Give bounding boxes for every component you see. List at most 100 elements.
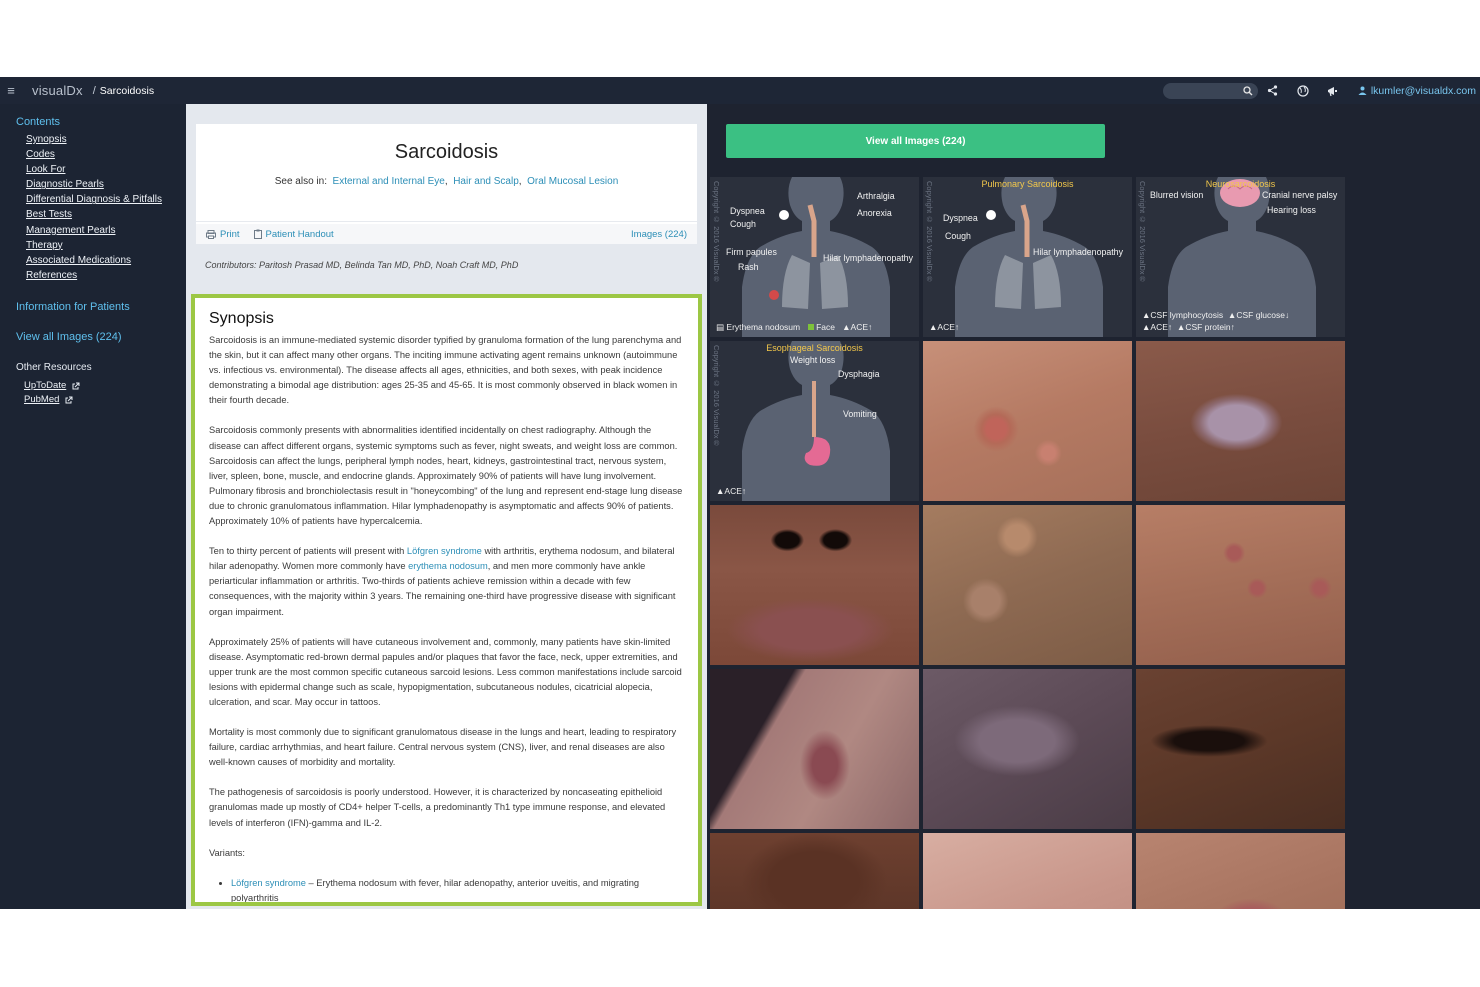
lofgren-syndrome-link[interactable]: Löfgren syndrome [407,546,482,556]
label-anorexia: Anorexia [857,208,892,218]
label-hearing-loss: Hearing loss [1267,205,1316,215]
resource-item-uptodate[interactable]: UpToDate [24,379,186,393]
label-dyspnea: Dyspnea [730,206,765,216]
sidebar-item-synopsis[interactable]: Synopsis [26,132,186,147]
contributors-label: Contributors: [205,260,257,270]
sidebar-link[interactable]: Codes [26,149,55,160]
label-cough: Cough [730,219,756,229]
label-vomiting: Vomiting [843,409,877,419]
skin-lesion-photo[interactable] [1136,833,1345,909]
knee-plaques-photo[interactable] [710,669,919,829]
contributors-names: Paritosh Prasad MD, Belinda Tan MD, PhD,… [259,260,519,270]
view-all-images-button[interactable]: View all Images (224) [726,124,1105,158]
synopsis-heading: Synopsis [209,310,274,327]
patient-handout-button[interactable]: Patient Handout [253,229,334,240]
nodule-photo[interactable] [1136,341,1345,501]
diagram-sarcoidosis[interactable]: Copyright © 2016 VisualDx® Arthralgia An… [710,177,919,337]
copyright-text: Copyright © 2016 VisualDx® [925,181,934,284]
footer-erythema-nodosum: Erythema nodosum [726,322,801,332]
variant-link[interactable]: Löfgren syndrome [231,878,306,888]
sidebar-item-differential-diagnosis[interactable]: Differential Diagnosis & Pitfalls [26,192,186,207]
diagram-esophageal-sarcoidosis[interactable]: Copyright © 2016 VisualDx® Esophageal Sa… [710,341,919,501]
see-also-link-eye[interactable]: External and Internal Eye [333,176,445,187]
footer-csf-protein: CSF protein↑ [1185,322,1235,332]
nose-photo[interactable] [710,833,919,909]
label-weight-loss: Weight loss [790,355,836,365]
diagram-title: Neurosarcoidosis [1205,179,1276,189]
see-also-label: See also in: [274,176,327,187]
app-window: ≡ visualDx / Sarcoidosis lkumler@visuald… [0,77,1480,909]
info-for-patients-link[interactable]: Information for Patients [16,301,186,313]
diagram-pulmonary-sarcoidosis[interactable]: Copyright © 2016 VisualDx® Pulmonary Sar… [923,177,1132,337]
diagram-neurosarcoidosis[interactable]: Copyright © 2016 VisualDx® Neurosarcoido… [1136,177,1345,337]
sidebar-link[interactable]: Therapy [26,240,63,251]
label-cranial-nerve-palsy: Cranial nerve palsy [1262,190,1338,200]
label-firm-papules: Firm papules [726,247,777,257]
divider [196,221,697,222]
synopsis-paragraph-4: Approximately 25% of patients will have … [209,636,682,707]
see-also-link-oral[interactable]: Oral Mucosal Lesion [527,176,618,187]
arm-papules-photo[interactable] [1136,505,1345,665]
external-link-icon [65,396,73,404]
see-also-link-hair[interactable]: Hair and Scalp [453,176,519,187]
sidebar-link[interactable]: Management Pearls [26,225,116,236]
eyelid-papules-photo[interactable] [1136,669,1345,829]
footer-csf-glucose: CSF glucose↓ [1236,310,1290,320]
label-blurred-vision: Blurred vision [1150,190,1204,200]
skin-plaque-photo[interactable] [923,669,1132,829]
flask-icon: ▲ [842,322,851,332]
see-also: See also in: External and Internal Eye, … [274,176,619,187]
user-menu[interactable]: lkumler@visualdx.com [1358,85,1476,97]
sidebar-link[interactable]: Diagnostic Pearls [26,179,104,190]
megaphone-icon[interactable] [1318,77,1348,104]
sidebar-link[interactable]: Synopsis [26,134,67,145]
resources-list: UpToDate PubMed [24,379,186,407]
hamburger-icon[interactable]: ≡ [0,83,22,98]
body-silhouette [955,177,1103,337]
share-icon[interactable] [1258,77,1288,104]
images-link[interactable]: Images (224) [631,229,687,240]
sidebar-item-best-tests[interactable]: Best Tests [26,207,186,222]
sidebar-item-references[interactable]: References [26,268,186,283]
print-button[interactable]: Print [206,229,240,240]
footer-ace: ACE↑ [724,486,747,496]
resource-link[interactable]: PubMed [24,393,59,407]
globe-icon[interactable] [1288,77,1318,104]
contents-heading[interactable]: Contents [16,116,186,128]
skin-papules-photo[interactable] [923,505,1132,665]
diagram-title: Pulmonary Sarcoidosis [981,179,1074,189]
search-input[interactable] [1164,85,1243,96]
sidebar-link[interactable]: References [26,270,77,281]
sidebar-item-diagnostic-pearls[interactable]: Diagnostic Pearls [26,177,186,192]
resource-link[interactable]: UpToDate [24,379,66,393]
sidebar-link[interactable]: Associated Medications [26,255,131,266]
view-all-images-link[interactable]: View all Images (224) [16,331,186,343]
face-lesion-photo[interactable] [923,833,1132,909]
sidebar-link[interactable]: Differential Diagnosis & Pitfalls [26,194,162,205]
search-box[interactable] [1162,82,1258,99]
resource-item-pubmed[interactable]: PubMed [24,393,186,407]
variant-item: Löfgren syndrome – Erythema nodosum with… [231,876,684,902]
footer-face: Face [816,322,836,332]
sidebar-item-look-for[interactable]: Look For [26,162,186,177]
top-bar: ≡ visualDx / Sarcoidosis lkumler@visuald… [0,77,1480,104]
erythema-nodosum-link[interactable]: erythema nodosum [408,561,488,571]
green-square-icon [808,324,815,330]
sidebar: Contents Synopsis Codes Look For Diagnos… [0,104,186,909]
synopsis-section: Synopsis Sarcoidosis is an immune-mediat… [191,294,702,906]
sidebar-link[interactable]: Best Tests [26,209,72,220]
top-bar-actions: lkumler@visualdx.com [1162,77,1476,104]
sidebar-item-therapy[interactable]: Therapy [26,238,186,253]
skin-lesion-photo[interactable] [923,341,1132,501]
synopsis-paragraph-3: Ten to thirty percent of patients will p… [209,544,684,619]
contributors: Contributors: Paritosh Prasad MD, Belind… [205,260,518,270]
logo[interactable]: visualDx [32,83,83,98]
search-icon[interactable] [1243,85,1253,96]
article-column: Sarcoidosis See also in: External and In… [186,104,707,909]
lip-lesions-photo[interactable] [710,505,919,665]
sidebar-item-associated-medications[interactable]: Associated Medications [26,253,186,268]
sidebar-item-codes[interactable]: Codes [26,147,186,162]
copyright-text: Copyright © 2016 VisualDx® [1138,181,1147,284]
sidebar-link[interactable]: Look For [26,164,65,175]
sidebar-item-management-pearls[interactable]: Management Pearls [26,223,186,238]
